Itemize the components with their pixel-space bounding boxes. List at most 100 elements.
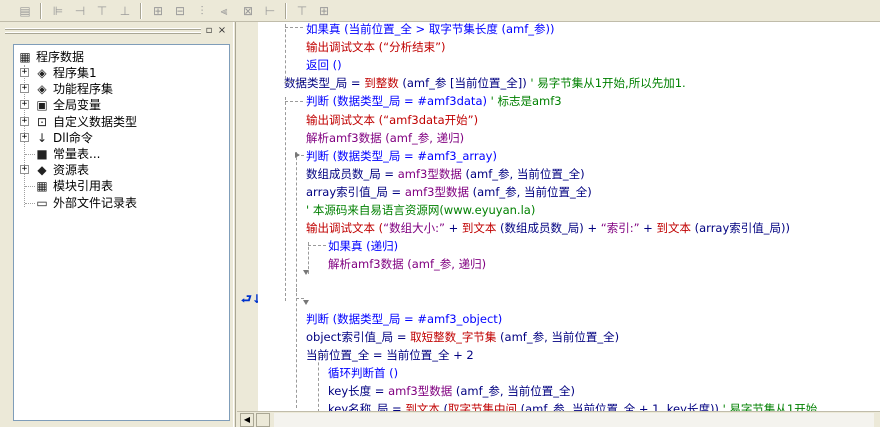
program-data-tree[interactable]: ▦ 程序数据 + ◈ 程序集1 + ◈ 功能程序集 + ▣ 全局变量 + ⊡ 自定义数据类型 + ↓ Dll命令…: [13, 44, 230, 421]
code-token: 判断 (数据类型_局 = #amf3_array): [306, 148, 497, 163]
code-token: key长度 =: [328, 384, 389, 398]
editor-gutter[interactable]: [237, 22, 258, 411]
code-line[interactable]: key长度 = amf3型数据 (amf_参, 当前位置_全): [328, 382, 575, 400]
code-token: 取短整数_字节集: [410, 329, 497, 344]
code-line[interactable]: 解析amf3数据 (amf_参, 递归): [328, 255, 486, 273]
code-token: (amf_参, 当前位置_全): [452, 384, 575, 398]
expand-icon[interactable]: +: [20, 165, 29, 175]
code-line[interactable]: 如果真 (当前位置_全 > 取字节集长度 (amf_参)): [306, 22, 555, 38]
align-bottom-icon[interactable]: ⊥: [117, 3, 133, 19]
space-h-icon[interactable]: ⊢: [262, 3, 278, 19]
code-token: 解析amf3数据 (amf_参, 递归): [306, 130, 465, 145]
toolbar: ▤ ⊫ ⊣ ⊤ ⊥ ⊞ ⊟ ⫶ ⫷ ⊠ ⊢ ⊤ ⊞: [0, 0, 880, 22]
code-line[interactable]: 输出调试文本 (“分析结束”): [306, 38, 446, 56]
align-left-icon[interactable]: ⊫: [50, 3, 66, 19]
tree-item[interactable]: + ◈ 功能程序集: [14, 81, 214, 97]
tree-item[interactable]: + ◈ 程序集1: [14, 65, 214, 81]
code-token: “索引:”: [600, 221, 640, 236]
space-v-icon[interactable]: ⊤: [294, 3, 310, 19]
restore-icon[interactable]: ▫: [203, 25, 215, 37]
scroll-thumb[interactable]: [256, 413, 270, 427]
code-token: 数组成员数_局 =: [306, 166, 398, 181]
code-line[interactable]: 返回 (): [306, 56, 342, 74]
code-line[interactable]: 判断 (数据类型_局 = #amf3data) ' 标志是amf3: [306, 92, 562, 110]
code-line[interactable]: array索引值_局 = amf3型数据 (amf_参, 当前位置_全): [306, 183, 592, 201]
expand-icon[interactable]: +: [20, 68, 29, 77]
code-line[interactable]: 数组成员数_局 = amf3型数据 (amf_参, 当前位置_全): [306, 165, 585, 183]
code-token: ' 标志是amf3: [490, 94, 562, 109]
align-center-h-icon[interactable]: ⊣: [72, 3, 88, 19]
expand-icon[interactable]: +: [20, 132, 29, 142]
code-token: ' 易字节集从1开始: [722, 402, 818, 411]
code-line[interactable]: 循环判断首 (): [328, 364, 398, 382]
code-line[interactable]: 输出调试文本 (“amf3data开始”): [306, 111, 478, 129]
code-token: amf3型数据: [388, 384, 453, 398]
expand-icon[interactable]: +: [20, 100, 29, 110]
panel-splitter[interactable]: [233, 22, 236, 427]
tree-item-label: Dll命令: [53, 130, 93, 145]
same-size-icon[interactable]: ⊠: [240, 3, 256, 19]
tree-item-label: 全局变量: [53, 98, 102, 113]
code-line[interactable]: 输出调试文本 (“数组大小:” + 到文本 (数组成员数_局) + “索引:” …: [306, 219, 790, 237]
tree-item[interactable]: ▦ 模块引用表: [14, 178, 214, 194]
code-token: 如果真 (当前位置_全 > 取字节集长度 (amf_参)): [306, 22, 555, 36]
code-line[interactable]: 数据类型_局 = 到整数 (amf_参 [当前位置_全]) ' 易字节集从1开始…: [284, 74, 686, 92]
code-token: 当前位置_全 = 当前位置_全 + 2: [306, 347, 474, 362]
layout-icon[interactable]: ▤: [17, 3, 33, 19]
code-token: “数组大小:”: [383, 221, 445, 236]
tree-item[interactable]: ▭ 外部文件记录表: [14, 195, 214, 211]
code-token: ' 本源码来自易语言资源网(www.eyuyan.la): [306, 203, 536, 217]
scroll-track[interactable]: [274, 413, 874, 427]
align-top-icon[interactable]: ⊤: [94, 3, 110, 19]
code-token: (amf_参 [当前位置_全]): [398, 76, 531, 91]
code-token: +: [639, 221, 657, 236]
same-height-icon[interactable]: ⫷: [216, 3, 232, 19]
flow-guide-line: [285, 27, 303, 28]
tree-item[interactable]: ■ 常量表...: [14, 146, 214, 162]
code-token: 如果真 (递归): [328, 239, 399, 254]
grid-icon[interactable]: ⊞: [316, 3, 332, 19]
flow-guide-line: [285, 24, 286, 84]
tree-item-label: 模块引用表: [53, 179, 114, 194]
close-icon[interactable]: ×: [216, 25, 228, 37]
toolbar-separator: [40, 3, 42, 19]
flow-guide-line: [285, 97, 286, 301]
flow-guide-line: [296, 152, 297, 292]
scroll-left-button[interactable]: ◀: [240, 413, 254, 427]
expand-icon[interactable]: +: [20, 116, 29, 126]
flow-arrow-icon: [303, 270, 309, 275]
tree-root-program-data[interactable]: ▦ 程序数据: [14, 49, 214, 65]
tree-item[interactable]: + ⊡ 自定义数据类型: [14, 114, 214, 130]
tree-item-label: 自定义数据类型: [53, 114, 138, 129]
tree-item[interactable]: + ↓ Dll命令: [14, 130, 214, 146]
code-token: amf3型数据: [397, 166, 462, 181]
tree-item[interactable]: + ▣ 全局变量: [14, 97, 214, 113]
code-token: 解析amf3数据 (amf_参, 递归): [328, 257, 487, 272]
code-line[interactable]: 判断 (数据类型_局 = #amf3_array): [306, 147, 497, 165]
code-line[interactable]: 当前位置_全 = 当前位置_全 + 2: [306, 346, 474, 364]
code-token: (数组成员数_局) +: [496, 221, 601, 236]
center-h-icon[interactable]: ⊞: [150, 3, 166, 19]
tree-item-label: 功能程序集: [53, 82, 114, 97]
file-icon: ▭: [36, 195, 48, 210]
code-line[interactable]: 解析amf3数据 (amf_参, 递归): [306, 129, 464, 147]
code-line[interactable]: object索引值_局 = 取短整数_字节集 (amf_参, 当前位置_全): [306, 328, 619, 346]
code-token: 判断 (数据类型_局 = #amf3data): [306, 94, 491, 109]
expand-icon[interactable]: +: [20, 84, 29, 94]
same-width-icon[interactable]: ⫶: [194, 3, 210, 19]
assembly-icon: ◈: [37, 66, 47, 80]
tree-root-label: 程序数据: [36, 50, 85, 64]
code-token: 到整数: [364, 76, 399, 91]
tree-item[interactable]: + ◆ 资源表: [14, 162, 214, 178]
code-line[interactable]: key名称_局 = 到文本 (取字节集中间 (amf_参, 当前位置_全 + 1…: [328, 400, 817, 411]
horizontal-scrollbar[interactable]: ◀: [237, 411, 880, 427]
flow-guide-line: [318, 352, 319, 411]
panel-grip[interactable]: [5, 28, 201, 30]
toolbar-separator: [285, 3, 287, 19]
code-editor[interactable]: 如果真 (当前位置_全 > 取字节集长度 (amf_参)) 输出调试文本 (“分析…: [258, 22, 880, 411]
center-v-icon[interactable]: ⊟: [172, 3, 188, 19]
tree-item-label: 常量表...: [53, 147, 101, 161]
code-line[interactable]: ' 本源码来自易语言资源网(www.eyuyan.la): [306, 201, 535, 219]
code-line[interactable]: 判断 (数据类型_局 = #amf3_object): [306, 310, 502, 328]
code-line[interactable]: 如果真 (递归): [328, 237, 398, 255]
